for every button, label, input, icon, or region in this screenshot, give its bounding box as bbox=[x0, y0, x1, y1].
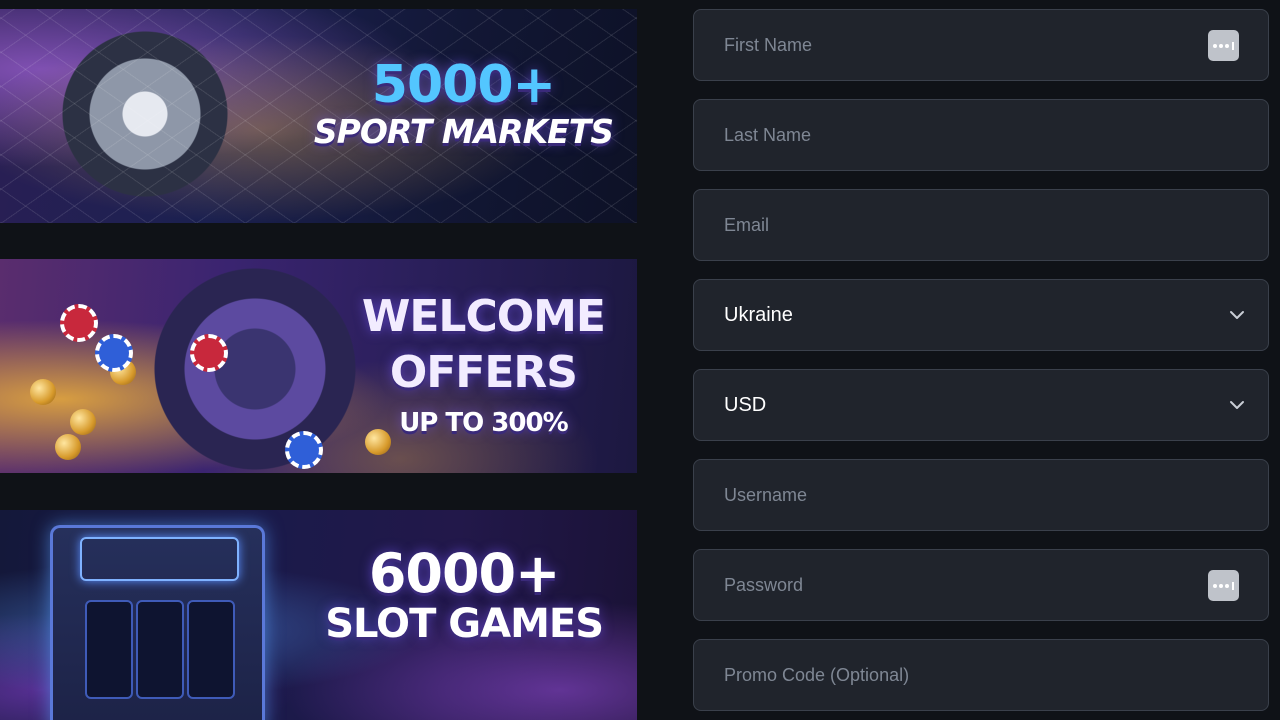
poker-chip-icon bbox=[60, 304, 98, 342]
chevron-down-icon bbox=[1230, 311, 1244, 319]
password-manager-key-icon[interactable] bbox=[1208, 570, 1239, 601]
welcome-offers-banner[interactable]: WELCOME OFFERS UP TO 300% bbox=[0, 259, 637, 473]
registration-page: 5000+ SPORT MARKETS WELCOME OFFERS UP TO… bbox=[0, 0, 1280, 720]
poker-chip-icon bbox=[95, 334, 133, 372]
password-field[interactable]: Password bbox=[693, 549, 1269, 621]
last-name-field[interactable]: Last Name bbox=[693, 99, 1269, 171]
country-select[interactable]: Ukraine bbox=[693, 279, 1269, 351]
banner-subheadline: SPORT MARKETS bbox=[313, 112, 614, 151]
banner-subheadline: SLOT GAMES bbox=[325, 601, 604, 647]
sport-markets-banner[interactable]: 5000+ SPORT MARKETS bbox=[0, 9, 637, 223]
password-placeholder: Password bbox=[724, 574, 804, 595]
promo-code-field[interactable]: Promo Code (Optional) bbox=[693, 639, 1269, 711]
slot-games-banner[interactable]: 6000+ SLOT GAMES bbox=[0, 510, 637, 720]
banner-headline: 6000+ bbox=[368, 542, 561, 605]
gold-coin-icon bbox=[30, 379, 56, 405]
currency-selected-value: USD bbox=[724, 393, 767, 416]
banner-headline: 5000+ bbox=[371, 55, 556, 115]
welcome-offers-banner-text: WELCOME OFFERS UP TO 300% bbox=[361, 289, 606, 443]
slot-games-banner-text: 6000+ SLOT GAMES bbox=[325, 542, 604, 647]
promo-code-placeholder: Promo Code (Optional) bbox=[724, 664, 910, 685]
gold-coin-icon bbox=[55, 434, 81, 460]
first-name-field[interactable]: First Name bbox=[693, 9, 1269, 81]
promo-banners: 5000+ SPORT MARKETS WELCOME OFFERS UP TO… bbox=[0, 0, 637, 720]
gold-coin-icon bbox=[70, 409, 96, 435]
password-manager-key-icon[interactable] bbox=[1208, 30, 1239, 61]
registration-form: First Name Last Name Email Ukraine USD U… bbox=[693, 9, 1269, 720]
chevron-down-icon bbox=[1230, 401, 1244, 409]
currency-select[interactable]: USD bbox=[693, 369, 1269, 441]
banner-headline-2: OFFERS bbox=[389, 347, 578, 398]
first-name-placeholder: First Name bbox=[724, 34, 813, 55]
banner-headline: WELCOME bbox=[361, 291, 606, 342]
sport-markets-banner-text: 5000+ SPORT MARKETS bbox=[313, 55, 614, 151]
email-field[interactable]: Email bbox=[693, 189, 1269, 261]
country-selected-value: Ukraine bbox=[724, 303, 793, 326]
username-placeholder: Username bbox=[724, 484, 808, 505]
last-name-placeholder: Last Name bbox=[724, 124, 812, 145]
banner-subheadline: UP TO 300% bbox=[399, 408, 568, 438]
username-field[interactable]: Username bbox=[693, 459, 1269, 531]
poker-chip-icon bbox=[285, 431, 323, 469]
slot-machine-icon bbox=[50, 525, 265, 720]
poker-chip-icon bbox=[190, 334, 228, 372]
email-placeholder: Email bbox=[724, 214, 770, 235]
